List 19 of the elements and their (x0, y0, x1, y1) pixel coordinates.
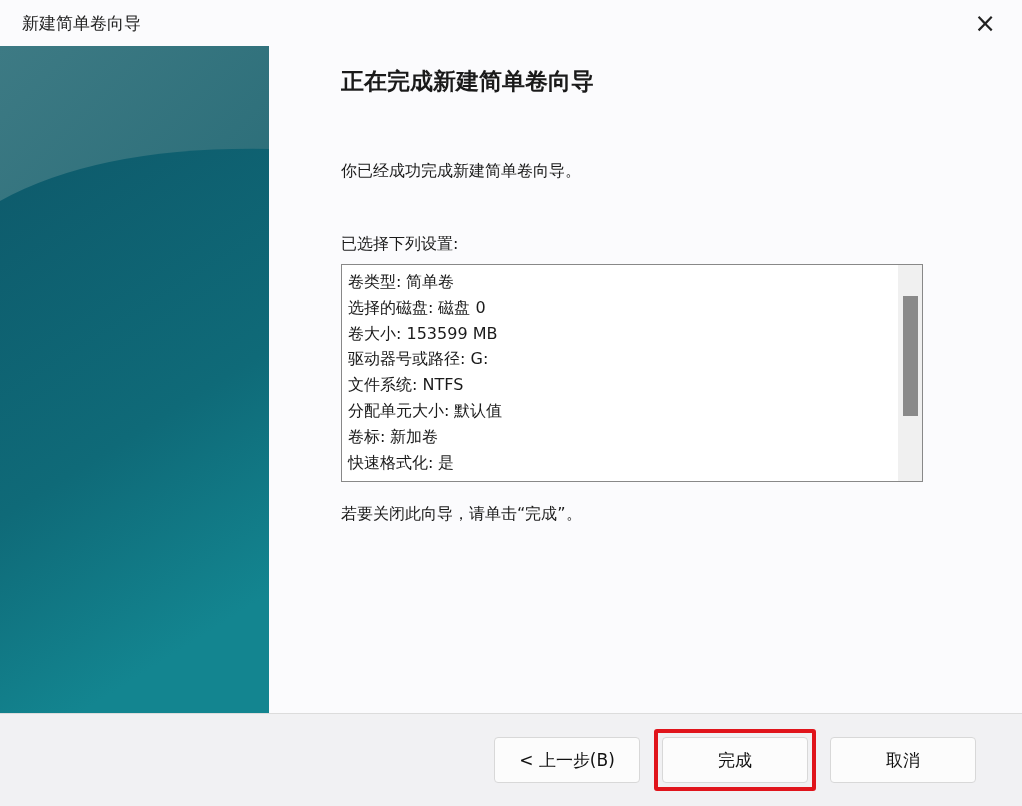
wizard-button[interactable]: 取消 (830, 737, 976, 783)
settings-line: 卷类型: 简单卷 (348, 271, 456, 293)
wizard-button[interactable]: < 上一步(B) (494, 737, 640, 783)
scrollbar[interactable] (898, 265, 922, 481)
settings-line: 文件系统: NTFS (348, 374, 465, 397)
window-title: 新建简单卷向导 (22, 11, 141, 35)
wizard-button[interactable]: 完成 (662, 737, 808, 783)
settings-line: 快速格式化: 是 (348, 451, 456, 474)
settings-line: 卷大小: 153599 MB (348, 322, 499, 345)
settings-line: 卷标: 新加卷 (348, 425, 440, 448)
wizard-heading: 正在完成新建简单卷向导 (341, 67, 595, 96)
close-button[interactable]: × (970, 8, 1000, 38)
settings-line: 选择的磁盘: 磁盘 0 (348, 296, 487, 319)
closing-note: 若要关闭此向导，请单击“完成”。 (341, 504, 583, 525)
settings-listbox[interactable]: 卷类型: 简单卷 选择的磁盘: 磁盘 0 卷大小: 153599 MB 驱动器号或路径: G: 文件系统: NTFS 分配单元大小: 默认值 卷标: 新加卷 快速格式化: 是 (341, 264, 923, 482)
settings-label: 已选择下列设置: (341, 234, 460, 255)
settings-line: 驱动器号或路径: G: (348, 348, 490, 371)
intro-text: 你已经成功完成新建简单卷向导。 (341, 161, 582, 182)
settings-line: 分配单元大小: 默认值 (348, 400, 504, 422)
